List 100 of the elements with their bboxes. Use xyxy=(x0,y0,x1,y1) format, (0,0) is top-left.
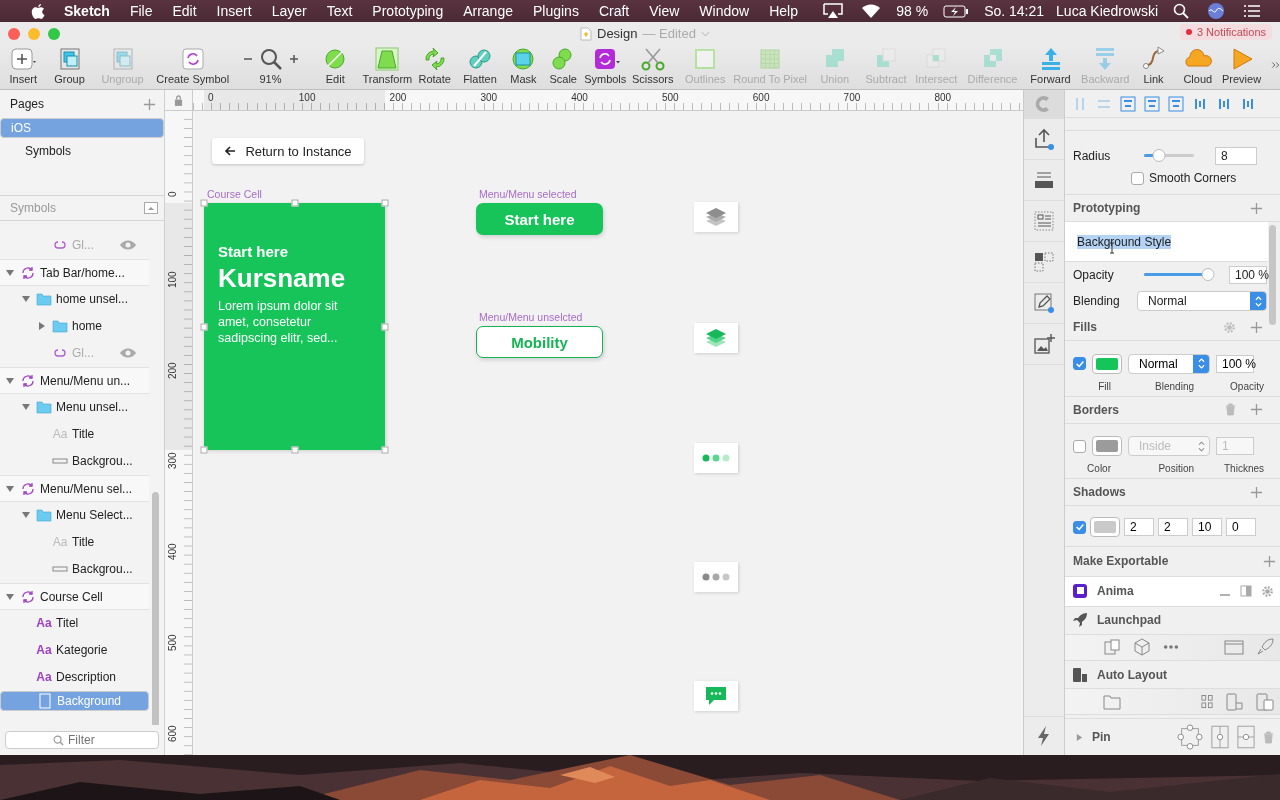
toolbar-button[interactable]: Edit xyxy=(308,46,363,85)
toolbar-button[interactable]: Preview xyxy=(1220,46,1263,85)
menu-item[interactable]: File xyxy=(119,3,163,19)
apple-icon[interactable] xyxy=(31,3,45,19)
layer-row[interactable]: Aa Title xyxy=(0,529,150,556)
x-field[interactable]: 2 xyxy=(1124,518,1154,537)
toolbar-button[interactable]: Group xyxy=(46,46,93,85)
checkbox[interactable] xyxy=(1073,520,1086,534)
resize-handle[interactable] xyxy=(200,199,208,207)
lock-icon[interactable] xyxy=(174,94,183,106)
layer-row[interactable]: Course Cell xyxy=(0,583,150,610)
triangle-right-icon[interactable] xyxy=(1075,732,1084,742)
pin-title[interactable]: Pin xyxy=(1092,730,1111,745)
toolbar-button[interactable]: Forward xyxy=(1022,46,1079,85)
list-icon[interactable] xyxy=(1243,4,1261,18)
align-icon[interactable] xyxy=(1120,95,1136,112)
pin-all-icon[interactable] xyxy=(1177,724,1203,751)
triangle-right-icon[interactable] xyxy=(37,321,47,331)
close-button[interactable] xyxy=(8,27,20,40)
toolbar-button[interactable]: Insert xyxy=(0,46,47,85)
plugin-title[interactable]: Anima xyxy=(1097,584,1134,599)
grid-icon[interactable] xyxy=(1201,693,1214,710)
return-to-instance-button[interactable]: Return to Instance xyxy=(212,138,364,164)
pencil-icon[interactable] xyxy=(1033,292,1055,314)
menu-item[interactable]: Layer xyxy=(261,3,317,19)
resize-handle[interactable] xyxy=(291,446,298,454)
align-icon[interactable] xyxy=(1144,95,1160,112)
color-swatch[interactable] xyxy=(1090,517,1120,538)
menu-item[interactable]: Text xyxy=(316,3,363,19)
filter-field[interactable]: Filter xyxy=(5,731,159,749)
battery-icon[interactable] xyxy=(943,4,970,18)
layer-row[interactable]: Aa Title xyxy=(0,421,150,448)
opacity-field[interactable]: 100 % xyxy=(1229,266,1267,284)
trash-icon[interactable] xyxy=(1263,730,1274,744)
layer-row[interactable]: Aa Description xyxy=(0,664,150,691)
symbol-tile[interactable] xyxy=(694,323,738,353)
toolbar-button[interactable]: Create Symbol xyxy=(152,46,233,85)
add-icon[interactable] xyxy=(1250,201,1263,215)
layer-name-field[interactable]: Background Style xyxy=(1077,234,1172,249)
menu-item[interactable]: Help xyxy=(759,3,808,19)
add-icon[interactable] xyxy=(1263,554,1276,568)
caret-icon[interactable] xyxy=(700,30,710,37)
share-icon[interactable] xyxy=(1033,128,1055,150)
toolbar-button[interactable]: Cloud xyxy=(1175,46,1220,85)
symbol-tile[interactable] xyxy=(694,562,738,592)
menu-item[interactable]: Arrange xyxy=(453,3,523,19)
page-item[interactable]: Symbols xyxy=(0,138,164,165)
toolbar-button[interactable]: Mask xyxy=(502,46,545,85)
menu-item[interactable]: Plugins xyxy=(523,3,589,19)
checkbox[interactable] xyxy=(1131,171,1144,185)
blending-dropdown[interactable]: Normal xyxy=(1128,353,1210,374)
plugin-title[interactable]: Launchpad xyxy=(1097,613,1161,628)
toolbar-button[interactable]: Scissors xyxy=(628,46,678,85)
triangle-down-icon[interactable] xyxy=(5,375,15,386)
symbol-tile[interactable] xyxy=(694,443,738,473)
phone-icon[interactable] xyxy=(1226,692,1244,711)
add-icon[interactable] xyxy=(1250,403,1263,417)
toolbar-button[interactable]: Transform xyxy=(362,46,413,85)
trash-icon[interactable] xyxy=(1225,403,1236,417)
layer-row[interactable]: Menu/Menu sel... xyxy=(0,475,150,502)
eye-icon[interactable] xyxy=(119,347,138,359)
toolbar-button[interactable]: Link xyxy=(1131,46,1176,85)
add-image-icon[interactable] xyxy=(1033,333,1055,355)
resize-handle[interactable] xyxy=(381,446,389,454)
layer-row[interactable]: Backgrou... xyxy=(0,556,150,583)
tablet-icon[interactable] xyxy=(1256,692,1274,711)
airplay-icon[interactable] xyxy=(823,3,844,19)
wifi-icon[interactable] xyxy=(861,3,882,19)
scrollbar[interactable] xyxy=(152,492,160,725)
checkbox[interactable] xyxy=(1073,439,1086,453)
squares-icon[interactable] xyxy=(1033,251,1055,273)
zoom-button[interactable] xyxy=(48,27,60,40)
siri-icon[interactable] xyxy=(1207,2,1225,20)
resize-handle[interactable] xyxy=(381,199,389,207)
settings-icon[interactable] xyxy=(1261,584,1274,598)
document-list-icon[interactable] xyxy=(1033,210,1055,232)
artboard-label[interactable]: Menu/Menu selected xyxy=(479,188,577,200)
layer-row[interactable]: Backgrou... xyxy=(0,448,150,475)
layer-row[interactable]: home xyxy=(0,313,150,340)
user-name[interactable]: Luca Kiedrowski xyxy=(1050,3,1164,19)
blending-dropdown[interactable]: Normal xyxy=(1137,291,1267,312)
y-field[interactable]: 2 xyxy=(1158,518,1188,537)
lightning-icon[interactable] xyxy=(1037,725,1051,747)
add-icon[interactable] xyxy=(1250,485,1263,499)
color-swatch[interactable] xyxy=(1092,436,1122,457)
chevrons-right-icon[interactable] xyxy=(1271,59,1280,71)
blur-field[interactable]: 10 xyxy=(1192,518,1222,537)
plugin-title[interactable]: Auto Layout xyxy=(1097,667,1167,682)
layer-row[interactable]: Menu Select... xyxy=(0,502,150,529)
collapse-icon[interactable] xyxy=(144,202,158,214)
menu-item[interactable]: View xyxy=(639,3,690,19)
menu-item[interactable]: Insert xyxy=(206,3,262,19)
zoom-in-icon[interactable] xyxy=(288,54,299,64)
resize-handle[interactable] xyxy=(291,199,298,207)
layer-row[interactable]: Aa Titel xyxy=(0,610,150,637)
menu-clock[interactable]: So. 14:21 xyxy=(978,3,1051,19)
triangle-down-icon[interactable] xyxy=(21,402,31,412)
stack-icon[interactable] xyxy=(1033,169,1055,191)
layer-row[interactable]: Menu unsel... xyxy=(0,394,150,421)
search-icon[interactable] xyxy=(1173,3,1189,19)
